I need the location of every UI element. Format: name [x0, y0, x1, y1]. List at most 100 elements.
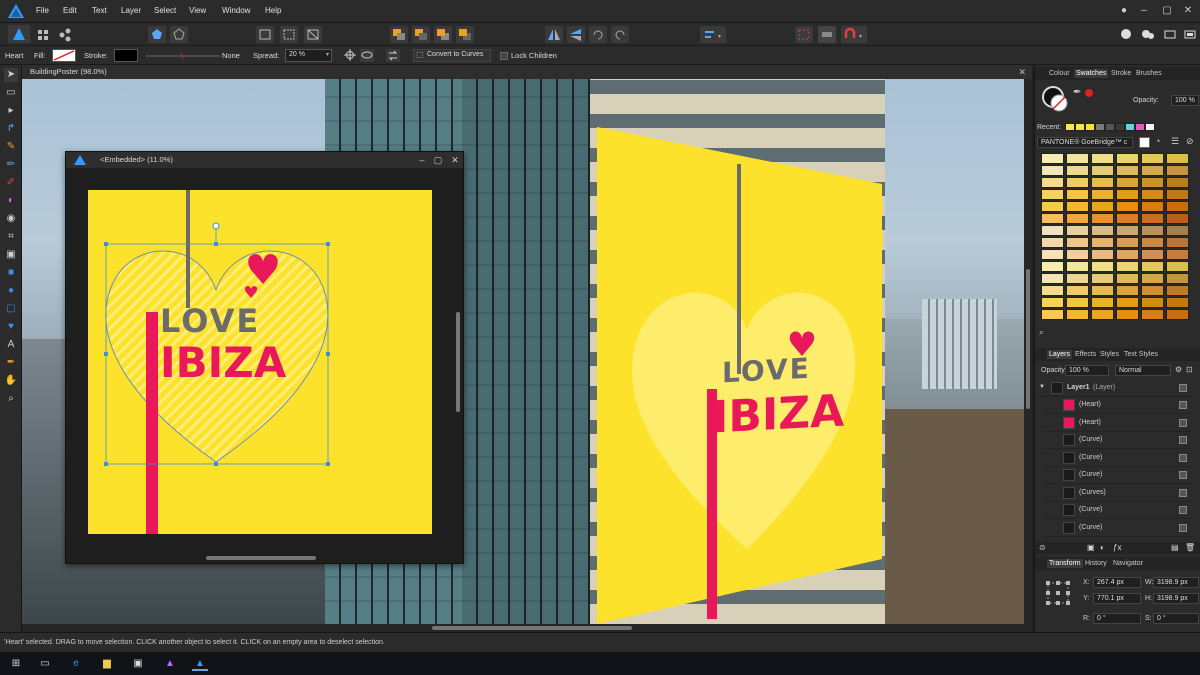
menu-file[interactable]: File	[36, 6, 49, 15]
palette-swatch[interactable]	[1091, 273, 1114, 284]
palette-swatch[interactable]	[1166, 213, 1189, 224]
palette-swatch[interactable]	[1091, 285, 1114, 296]
spread-input[interactable]: 20 % ▾	[285, 49, 332, 62]
palette-swatch[interactable]	[1091, 249, 1114, 260]
maximize-icon[interactable]: ▢	[432, 154, 444, 166]
palette-swatch[interactable]	[1091, 225, 1114, 236]
snap-grid-icon[interactable]	[280, 26, 298, 43]
arrange-backward-icon[interactable]	[412, 26, 430, 43]
palette-swatch[interactable]	[1066, 225, 1089, 236]
color-picker-tool-icon[interactable]: ✒	[4, 356, 18, 370]
arrange-forward-icon[interactable]	[434, 26, 452, 43]
hand-tool-icon[interactable]: ✋	[4, 374, 18, 388]
crop-tool-icon[interactable]: ⌗	[4, 230, 18, 244]
tab-swatches[interactable]: Swatches	[1074, 69, 1109, 78]
scroll-thumb[interactable]	[432, 626, 632, 630]
palette-swatch[interactable]	[1116, 273, 1139, 284]
palette-swatch[interactable]	[1091, 309, 1114, 320]
layer-row[interactable]: (Curve)	[1043, 450, 1193, 467]
recent-swatch[interactable]	[1095, 123, 1105, 131]
palette-swatch[interactable]	[1141, 237, 1164, 248]
palette-swatch[interactable]	[1066, 189, 1089, 200]
palette-swatch[interactable]	[1041, 189, 1064, 200]
expand-icon[interactable]: ▼	[1039, 384, 1045, 390]
palette-swatch[interactable]	[1141, 297, 1164, 308]
palette-swatch[interactable]	[1116, 249, 1139, 260]
embedded-document-window[interactable]: <Embedded> (11.0%) – ▢ ✕ LOVE IBIZA	[65, 151, 464, 564]
stroke-width-slider[interactable]	[146, 49, 220, 62]
h-input[interactable]: 3198.9 px	[1153, 593, 1199, 604]
w-input[interactable]: 3198.9 px	[1153, 577, 1199, 588]
layer-row[interactable]: (Curve)	[1043, 502, 1193, 519]
close-icon[interactable]: ✕	[1018, 65, 1026, 79]
palette-swatch[interactable]	[1166, 165, 1189, 176]
palette-swatch[interactable]	[1041, 273, 1064, 284]
rounded-rect-tool-icon[interactable]: ▢	[4, 302, 18, 316]
close-icon[interactable]: ✕	[1181, 4, 1195, 18]
rotate-right-icon[interactable]	[611, 26, 629, 43]
pencil-tool-icon[interactable]: ✏	[4, 158, 18, 172]
visibility-checkbox[interactable]	[1179, 523, 1187, 532]
tab-stroke[interactable]: Stroke	[1109, 69, 1133, 78]
eyedropper-icon[interactable]: ✒	[1073, 87, 1081, 98]
palette-swatch[interactable]	[1066, 297, 1089, 308]
scroll-thumb[interactable]	[1026, 269, 1030, 409]
palette-swatch[interactable]	[1066, 237, 1089, 248]
palette-swatch[interactable]	[1041, 177, 1064, 188]
layer-row[interactable]: (Curve)	[1043, 520, 1193, 537]
visibility-checkbox[interactable]	[1179, 384, 1187, 392]
transform-origin-icon[interactable]	[343, 49, 357, 62]
task-view-icon[interactable]: ▭	[37, 656, 53, 671]
artboard-tool-icon[interactable]: ▭	[4, 86, 18, 100]
snap-frame-icon[interactable]	[256, 26, 274, 43]
palette-swatch[interactable]	[1091, 165, 1114, 176]
menu-window[interactable]: Window	[222, 6, 250, 15]
palette-swatch[interactable]	[1141, 309, 1164, 320]
palette-swatch[interactable]	[1066, 213, 1089, 224]
corner-tool-icon[interactable]: ↱	[4, 122, 18, 136]
menu-select[interactable]: Select	[154, 6, 176, 15]
palette-swatch[interactable]	[1166, 297, 1189, 308]
flip-vertical-icon[interactable]	[567, 26, 585, 43]
palette-swatch[interactable]	[1116, 297, 1139, 308]
recent-swatch[interactable]	[1125, 123, 1135, 131]
palette-swatch[interactable]	[1091, 201, 1114, 212]
palette-swatch[interactable]	[1041, 285, 1064, 296]
recent-swatch[interactable]	[1115, 123, 1125, 131]
recent-swatch[interactable]	[1065, 123, 1075, 131]
minimize-icon[interactable]: –	[1137, 4, 1151, 18]
palette-swatch[interactable]	[1141, 213, 1164, 224]
palette-select[interactable]: PANTONE® GoeBridge™ c	[1037, 137, 1133, 148]
palette-swatch[interactable]	[1066, 153, 1089, 164]
affinity-designer-logo-icon[interactable]	[8, 4, 24, 18]
recent-swatch[interactable]	[1085, 123, 1095, 131]
ellipse-tool-icon[interactable]: ●	[4, 284, 18, 298]
visibility-checkbox[interactable]	[1179, 453, 1187, 462]
rotate-left-icon[interactable]	[589, 26, 607, 43]
vertical-scrollbar[interactable]	[1024, 79, 1032, 624]
menu-help[interactable]: Help	[265, 6, 281, 15]
windows-start-icon[interactable]: ⊞	[8, 656, 24, 671]
tab-brushes[interactable]: Brushes	[1134, 69, 1164, 78]
palette-swatch[interactable]	[1091, 261, 1114, 272]
palette-swatch[interactable]	[1041, 213, 1064, 224]
tab-effects[interactable]: Effects	[1073, 350, 1098, 359]
rotation-input[interactable]: 0 °	[1093, 613, 1141, 624]
palette-swatch[interactable]	[1116, 285, 1139, 296]
adjustment-icon[interactable]: ◐	[1100, 543, 1105, 552]
eye-icon[interactable]	[360, 49, 374, 62]
recent-swatch[interactable]	[1075, 123, 1085, 131]
layers-opacity-input[interactable]: 100 %	[1065, 365, 1109, 376]
swatch-grid[interactable]	[1041, 153, 1191, 323]
file-explorer-icon[interactable]: ▆	[99, 656, 115, 671]
anchor-selector-icon[interactable]	[1045, 580, 1071, 606]
palette-swatch[interactable]	[1116, 309, 1139, 320]
palette-swatch[interactable]	[1091, 213, 1114, 224]
palette-swatch[interactable]	[1041, 201, 1064, 212]
palette-swatch[interactable]	[1041, 225, 1064, 236]
palette-swatch[interactable]	[1041, 153, 1064, 164]
assistant-icon[interactable]	[1117, 26, 1135, 43]
palette-swatch[interactable]	[1041, 297, 1064, 308]
arrange-front-icon[interactable]	[456, 26, 474, 43]
palette-swatch[interactable]	[1141, 153, 1164, 164]
